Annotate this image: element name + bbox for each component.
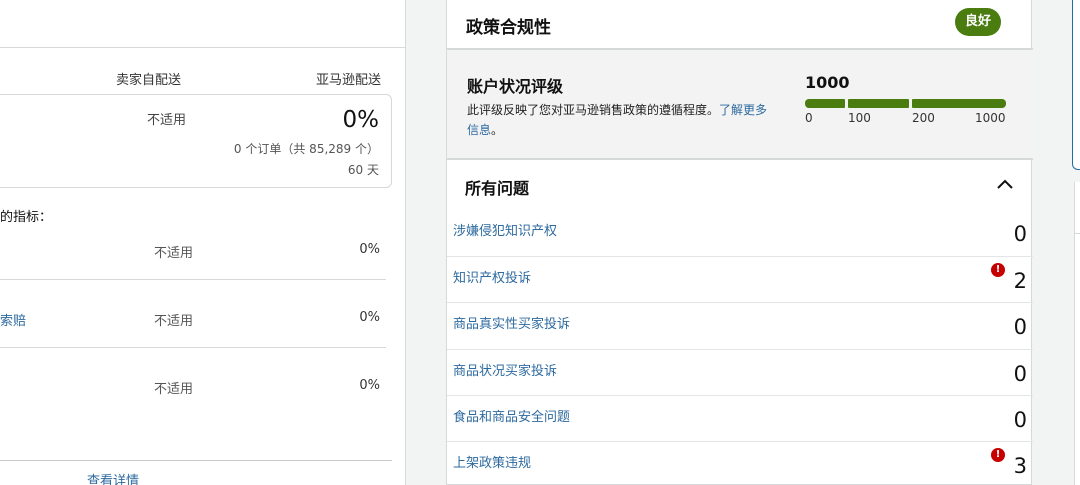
issue-link[interactable]: 商品状况买家投诉 — [453, 360, 557, 379]
metric-row: 不适用 0% — [0, 242, 386, 262]
rating-description-period: 。 — [491, 123, 504, 137]
metric-row-amazon-value: 0% — [359, 310, 380, 325]
rating-bar-segment — [805, 99, 845, 108]
metric-seller-fulfilled-value: 不适用 — [147, 113, 187, 128]
metric-row-seller-value: 不适用 — [154, 314, 194, 329]
issue-link[interactable]: 涉嫌侵犯知识产权 — [453, 220, 557, 239]
customer-service-performance-panel: 卖家自配送 亚马逊配送 不适用 0% 0 个订单（共 85,289 个） 60 … — [0, 0, 406, 485]
account-health-rating: 账户状况评级 此评级反映了您对亚马逊销售政策的遵循程度。了解更多信息。 1000… — [447, 50, 1033, 158]
rating-description-text: 此评级反映了您对亚马逊销售政策的遵循程度。 — [467, 103, 720, 117]
footer-divider — [0, 460, 392, 461]
issue-row: 上架政策违规 ! 3 — [447, 442, 1033, 485]
metric-row-seller-value: 不适用 — [154, 382, 194, 397]
issue-count: 0 — [1013, 222, 1027, 246]
issue-count: 3 — [1013, 454, 1027, 478]
issue-count: 0 — [1013, 315, 1027, 339]
metric-row-link[interactable]: 索赔 — [0, 310, 26, 329]
sub-metrics-label: 的指标： — [0, 210, 53, 225]
metric-row-amazon-value: 0% — [359, 378, 380, 393]
rating-title: 账户状况评级 — [467, 77, 564, 96]
rating-bar-segment — [848, 99, 909, 108]
alert-icon: ! — [991, 263, 1005, 277]
issue-link[interactable]: 知识产权投诉 — [453, 267, 531, 286]
metric-row-seller-value: 不适用 — [154, 246, 194, 261]
policy-compliance-panel: 政策合规性 良好 账户状况评级 此评级反映了您对亚马逊销售政策的遵循程度。了解更… — [446, 0, 1033, 485]
row-divider — [0, 347, 386, 348]
section-divider — [447, 158, 1033, 160]
panel-header-divider — [0, 47, 406, 48]
right-card-partial — [1072, 0, 1080, 170]
issue-link[interactable]: 食品和商品安全问题 — [453, 406, 570, 425]
rating-tick: 1000 — [975, 111, 1006, 125]
column-header-amazon-fulfilled: 亚马逊配送 — [316, 73, 382, 88]
issue-count: 2 — [1013, 269, 1027, 293]
issue-row: 涉嫌侵犯知识产权 0 — [447, 210, 1033, 256]
chevron-up-icon[interactable] — [995, 176, 1015, 192]
rating-value: 1000 — [805, 73, 850, 92]
rating-tick: 200 — [912, 111, 935, 125]
status-badge: 良好 — [954, 8, 1001, 36]
metric-order-count: 0 个订单（共 85,289 个） — [233, 142, 379, 156]
issue-row: 商品真实性买家投诉 0 — [447, 303, 1033, 349]
issue-link[interactable]: 上架政策违规 — [453, 452, 531, 471]
metric-amazon-fulfilled-percent: 0% — [342, 107, 380, 133]
view-details-link[interactable]: 查看详情 — [87, 470, 139, 485]
metric-row: 不适用 0% — [0, 378, 386, 398]
issue-link[interactable]: 商品真实性买家投诉 — [453, 313, 570, 332]
issue-count: 0 — [1013, 362, 1027, 386]
issues-section-title: 所有问题 — [465, 179, 530, 198]
rating-description: 此评级反映了您对亚马逊销售政策的遵循程度。了解更多信息。 — [467, 100, 777, 140]
rating-bar-segment — [912, 99, 1006, 108]
metric-period: 60 天 — [347, 163, 379, 177]
right-card-divider — [1074, 233, 1080, 234]
row-divider — [0, 279, 386, 280]
right-card-partial — [1074, 182, 1080, 485]
issue-count: 0 — [1013, 408, 1027, 432]
rating-tick: 0 — [805, 111, 813, 125]
issue-row: 食品和商品安全问题 0 — [447, 396, 1033, 442]
column-header-seller-fulfilled: 卖家自配送 — [116, 73, 182, 88]
metric-row: 索赔 不适用 0% — [0, 310, 386, 330]
metric-row-amazon-value: 0% — [359, 242, 380, 257]
rating-tick: 100 — [848, 111, 871, 125]
issue-row: 商品状况买家投诉 0 — [447, 350, 1033, 396]
issue-row: 知识产权投诉 ! 2 — [447, 257, 1033, 303]
panel-title: 政策合规性 — [466, 18, 551, 38]
alert-icon: ! — [991, 448, 1005, 462]
order-defect-rate-box: 不适用 0% 0 个订单（共 85,289 个） 60 天 — [0, 94, 392, 188]
